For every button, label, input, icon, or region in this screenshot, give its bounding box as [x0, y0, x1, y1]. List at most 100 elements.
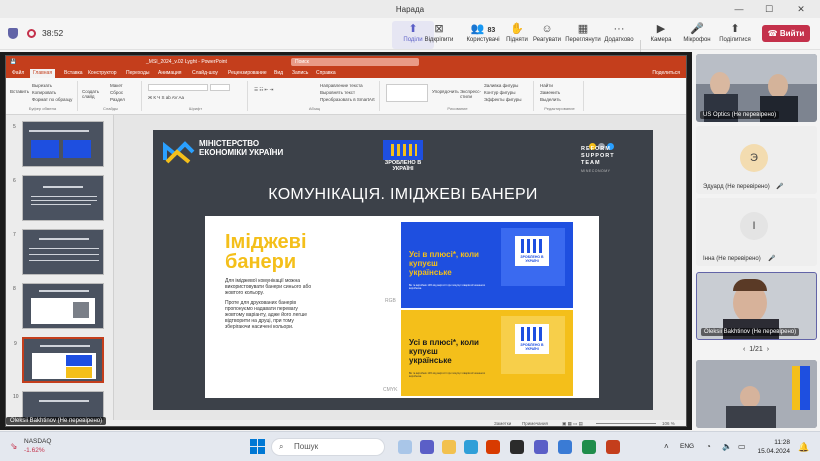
- paste-button[interactable]: Вставить: [10, 89, 29, 94]
- teams-icon[interactable]: [534, 440, 548, 454]
- taskbar-search-input[interactable]: ⌕ Пошук: [271, 438, 385, 456]
- powerpoint-icon[interactable]: [606, 440, 620, 454]
- participant-tile-active[interactable]: Oleksii Bakhtinov (Не перевірено): [696, 272, 817, 340]
- align-text-button[interactable]: Выровнять текст: [320, 90, 355, 95]
- participant-tile[interactable]: Э Эдуард (Не перевірено) 🎤: [696, 126, 817, 194]
- tab-transitions[interactable]: Переходы: [126, 70, 149, 76]
- tab-record[interactable]: Запись: [292, 70, 308, 76]
- made-in-ukraine-text: ЗРОБЛЕНО В УКРАЇНІ: [384, 160, 422, 172]
- slide-thumb-selected[interactable]: 9: [14, 337, 104, 383]
- mic-button[interactable]: 🎤 Мікрофон: [676, 21, 718, 49]
- font-style-buttons[interactable]: Ж К Ч S ab AV Aa: [148, 95, 184, 100]
- windows-start-icon[interactable]: [250, 439, 265, 454]
- battery-icon[interactable]: ▭: [738, 442, 746, 451]
- slide-thumb[interactable]: 8: [13, 283, 104, 329]
- drawing-group: Упорядочить Экспресс-стили Заливка фигур…: [382, 81, 534, 111]
- section-button[interactable]: Раздел: [110, 97, 125, 102]
- quick-styles-button[interactable]: Экспресс-стили: [460, 89, 482, 99]
- font-size-select[interactable]: [210, 84, 230, 91]
- tab-file[interactable]: Файл: [12, 70, 24, 76]
- tab-animation[interactable]: Анимация: [158, 70, 181, 76]
- shape-effects-button[interactable]: Эффекты фигуры: [484, 97, 522, 102]
- made-in-ukraine-logo-icon: ЗРОБЛЕНО В УКРАЇНІ: [515, 324, 549, 354]
- slides-group: Создать слайд Макет Сброс Раздел Слайды: [80, 81, 142, 111]
- close-icon[interactable]: ✕: [790, 0, 812, 18]
- minimize-icon[interactable]: —: [728, 0, 750, 18]
- teams-chat-icon[interactable]: [420, 440, 434, 454]
- notes-button[interactable]: Заметки: [494, 421, 511, 426]
- stock-widget[interactable]: NASDAQ -1.62%: [24, 437, 51, 455]
- find-button[interactable]: Найти: [540, 83, 553, 88]
- language-indicator[interactable]: ENG: [680, 443, 694, 450]
- list-buttons[interactable]: ☰ ☷ ⇤ ⇥: [254, 87, 273, 93]
- file-explorer-icon[interactable]: [442, 440, 456, 454]
- excel-icon[interactable]: [582, 440, 596, 454]
- ppt-share-button[interactable]: Поделиться: [652, 70, 680, 76]
- more-button[interactable]: ··· Додатково: [598, 21, 640, 49]
- wifi-icon[interactable]: ◔: [706, 442, 711, 451]
- maximize-icon[interactable]: ☐: [758, 0, 780, 18]
- app-icon[interactable]: [510, 440, 524, 454]
- ppt-ribbon: Вставить Вырезать Копировать Формат по о…: [6, 78, 686, 115]
- window-title: Нарада: [395, 4, 425, 14]
- slide-scrollbar[interactable]: [686, 115, 687, 420]
- unpin-icon: ⊠: [434, 23, 444, 35]
- view-buttons[interactable]: ▣ ▦ ▭ ▤: [562, 421, 583, 426]
- avatar: І: [740, 212, 768, 240]
- outlook-icon[interactable]: [558, 440, 572, 454]
- tab-view[interactable]: Вид: [274, 70, 283, 76]
- select-button[interactable]: Выделить: [540, 97, 561, 102]
- slide-thumb[interactable]: 5: [13, 121, 104, 167]
- tab-help[interactable]: Справка: [316, 70, 336, 76]
- cut-button[interactable]: Вырезать: [32, 83, 52, 88]
- title-bar: Нарада — ☐ ✕: [0, 0, 820, 18]
- text-direction-button[interactable]: Направление текста: [320, 83, 363, 88]
- tab-home[interactable]: Главная: [30, 69, 56, 78]
- save-icon[interactable]: 💾: [10, 59, 16, 65]
- tab-review[interactable]: Рецензирование: [228, 70, 267, 76]
- shape-fill-button[interactable]: Заливка фигуры: [484, 83, 518, 88]
- notifications-icon[interactable]: 🔔: [798, 442, 809, 453]
- format-painter-button[interactable]: Формат по образцу: [32, 97, 72, 102]
- windows-taskbar: ⇘ NASDAQ -1.62% ⌕ Пошук ˄ ENG ◔ 🔈 ▭ 11:2…: [0, 431, 820, 461]
- slide-thumb[interactable]: 6: [13, 175, 104, 221]
- comments-button[interactable]: Примечания: [522, 421, 548, 426]
- chevron-up-icon[interactable]: ˄: [664, 442, 669, 451]
- shapes-gallery[interactable]: [386, 84, 428, 102]
- tab-slideshow[interactable]: Слайд-шоу: [192, 70, 218, 76]
- arrange-button[interactable]: Упорядочить: [432, 89, 459, 94]
- banner-description: Для іміджевої комунікації можна використ…: [225, 278, 312, 330]
- smartart-button[interactable]: Преобразовать в SmartArt: [320, 97, 375, 102]
- ppt-file-title: _MSI_2024_v.02 Lyght - PowerPoint: [146, 59, 227, 65]
- layout-button[interactable]: Макет: [110, 83, 123, 88]
- ppt-search-input[interactable]: Поиск: [291, 58, 419, 66]
- taskbar-clock[interactable]: 11:28 15.04.2024: [754, 438, 790, 456]
- participant-tile[interactable]: US Optics (Не перевірено): [696, 54, 817, 122]
- store-icon[interactable]: [486, 440, 500, 454]
- share-button[interactable]: ⬆ Поділитися: [714, 21, 756, 49]
- tab-design[interactable]: Конструктор: [88, 70, 117, 76]
- chevron-right-icon[interactable]: ›: [767, 346, 769, 353]
- volume-icon[interactable]: 🔈: [722, 442, 732, 451]
- unpin-button[interactable]: ⊠ Відкріпити: [418, 21, 460, 49]
- copy-button[interactable]: Копировать: [32, 90, 56, 95]
- chevron-left-icon[interactable]: ‹: [743, 346, 745, 353]
- shape-outline-button[interactable]: Контур фигуры: [484, 90, 515, 95]
- ministry-logo-icon: [163, 141, 195, 164]
- replace-button[interactable]: Заменить: [540, 90, 560, 95]
- reset-button[interactable]: Сброс: [110, 90, 123, 95]
- mic-icon: 🎤: [690, 23, 704, 35]
- new-slide-button[interactable]: Создать слайд: [82, 89, 106, 99]
- font-name-select[interactable]: [148, 84, 208, 91]
- participant-tile[interactable]: І Інна (Не перевірено) 🎤: [696, 198, 817, 266]
- more-icon: ···: [613, 23, 625, 35]
- participant-tile[interactable]: [696, 360, 817, 428]
- tab-insert[interactable]: Вставка: [64, 70, 83, 76]
- zoom-slider[interactable]: [596, 423, 656, 424]
- task-view-icon[interactable]: [398, 440, 412, 454]
- edge-icon[interactable]: [464, 440, 478, 454]
- leave-button[interactable]: ☎ Вийти: [762, 25, 810, 42]
- cmyk-label: CMYK: [383, 387, 398, 393]
- slide-thumb[interactable]: 7: [13, 229, 104, 275]
- made-in-ukraine-logo-icon: ЗРОБЛЕНО В УКРАЇНІ: [515, 236, 549, 266]
